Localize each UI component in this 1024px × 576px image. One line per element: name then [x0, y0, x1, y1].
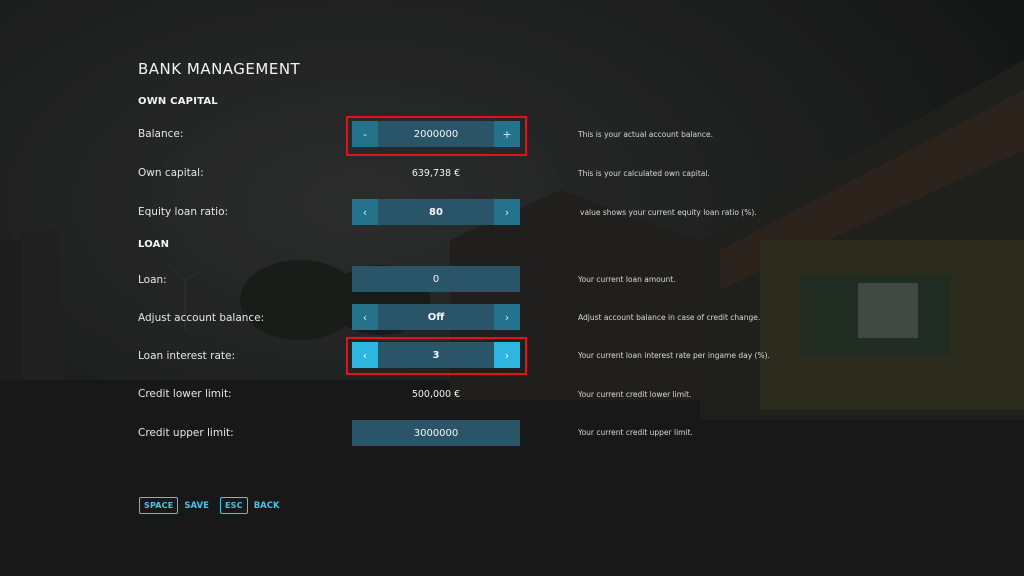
balance-description: This is your actual account balance. [578, 130, 713, 139]
credit-upper-input[interactable]: 3000000 [352, 420, 520, 446]
esc-key-hint: ESC [220, 497, 248, 514]
space-key-hint: SPACE [139, 497, 179, 514]
interest-rate-description: Your current loan interest rate per inga… [578, 351, 770, 360]
credit-lower-value: 500,000 € [411, 389, 461, 400]
interest-rate-label: Loan interest rate: [138, 350, 236, 362]
equity-ratio-right-arrow-icon[interactable]: › [494, 199, 520, 225]
loan-input[interactable]: 0 [352, 266, 520, 292]
adjust-balance-label: Adjust account balance: [138, 312, 265, 324]
loan-value: 0 [432, 273, 440, 285]
credit-upper-value: 3000000 [413, 427, 459, 439]
credit-upper-label: Credit upper limit: [138, 427, 234, 439]
credit-lower-label: Credit lower limit: [138, 388, 232, 400]
balance-highlight-frame [346, 116, 527, 156]
save-button[interactable]: SAVE [184, 501, 209, 511]
page-title: BANK MANAGEMENT [138, 60, 301, 78]
credit-lower-description: Your current credit lower limit. [578, 390, 692, 399]
own-capital-description: This is your calculated own capital. [578, 169, 710, 178]
own-capital-value: 639,738 € [411, 168, 461, 179]
section-loan: LOAN [138, 239, 170, 250]
adjust-balance-right-arrow-icon[interactable]: › [494, 304, 520, 330]
own-capital-label: Own capital: [138, 167, 204, 179]
balance-label: Balance: [138, 128, 184, 140]
adjust-balance-description: Adjust account balance in case of credit… [578, 313, 761, 322]
credit-upper-description: Your current credit upper limit. [578, 428, 693, 437]
adjust-balance-left-arrow-icon[interactable]: ‹ [352, 304, 378, 330]
adjust-balance-selector[interactable]: ‹ Off › [352, 304, 520, 330]
back-action[interactable]: ESC BACK [220, 497, 280, 514]
save-action[interactable]: SPACE SAVE [139, 497, 209, 514]
equity-ratio-description: value shows your current equity loan rat… [580, 208, 757, 217]
loan-label: Loan: [138, 274, 167, 286]
equity-ratio-value: 80 [429, 206, 443, 218]
back-button[interactable]: BACK [254, 501, 280, 511]
loan-description: Your current loan amount. [578, 275, 676, 284]
interest-rate-highlight-frame [346, 337, 527, 375]
equity-ratio-selector[interactable]: ‹ 80 › [352, 199, 520, 225]
section-own-capital: OWN CAPITAL [138, 96, 218, 107]
adjust-balance-value: Off [427, 311, 445, 323]
equity-ratio-label: Equity loan ratio: [138, 206, 229, 218]
equity-ratio-left-arrow-icon[interactable]: ‹ [352, 199, 378, 225]
